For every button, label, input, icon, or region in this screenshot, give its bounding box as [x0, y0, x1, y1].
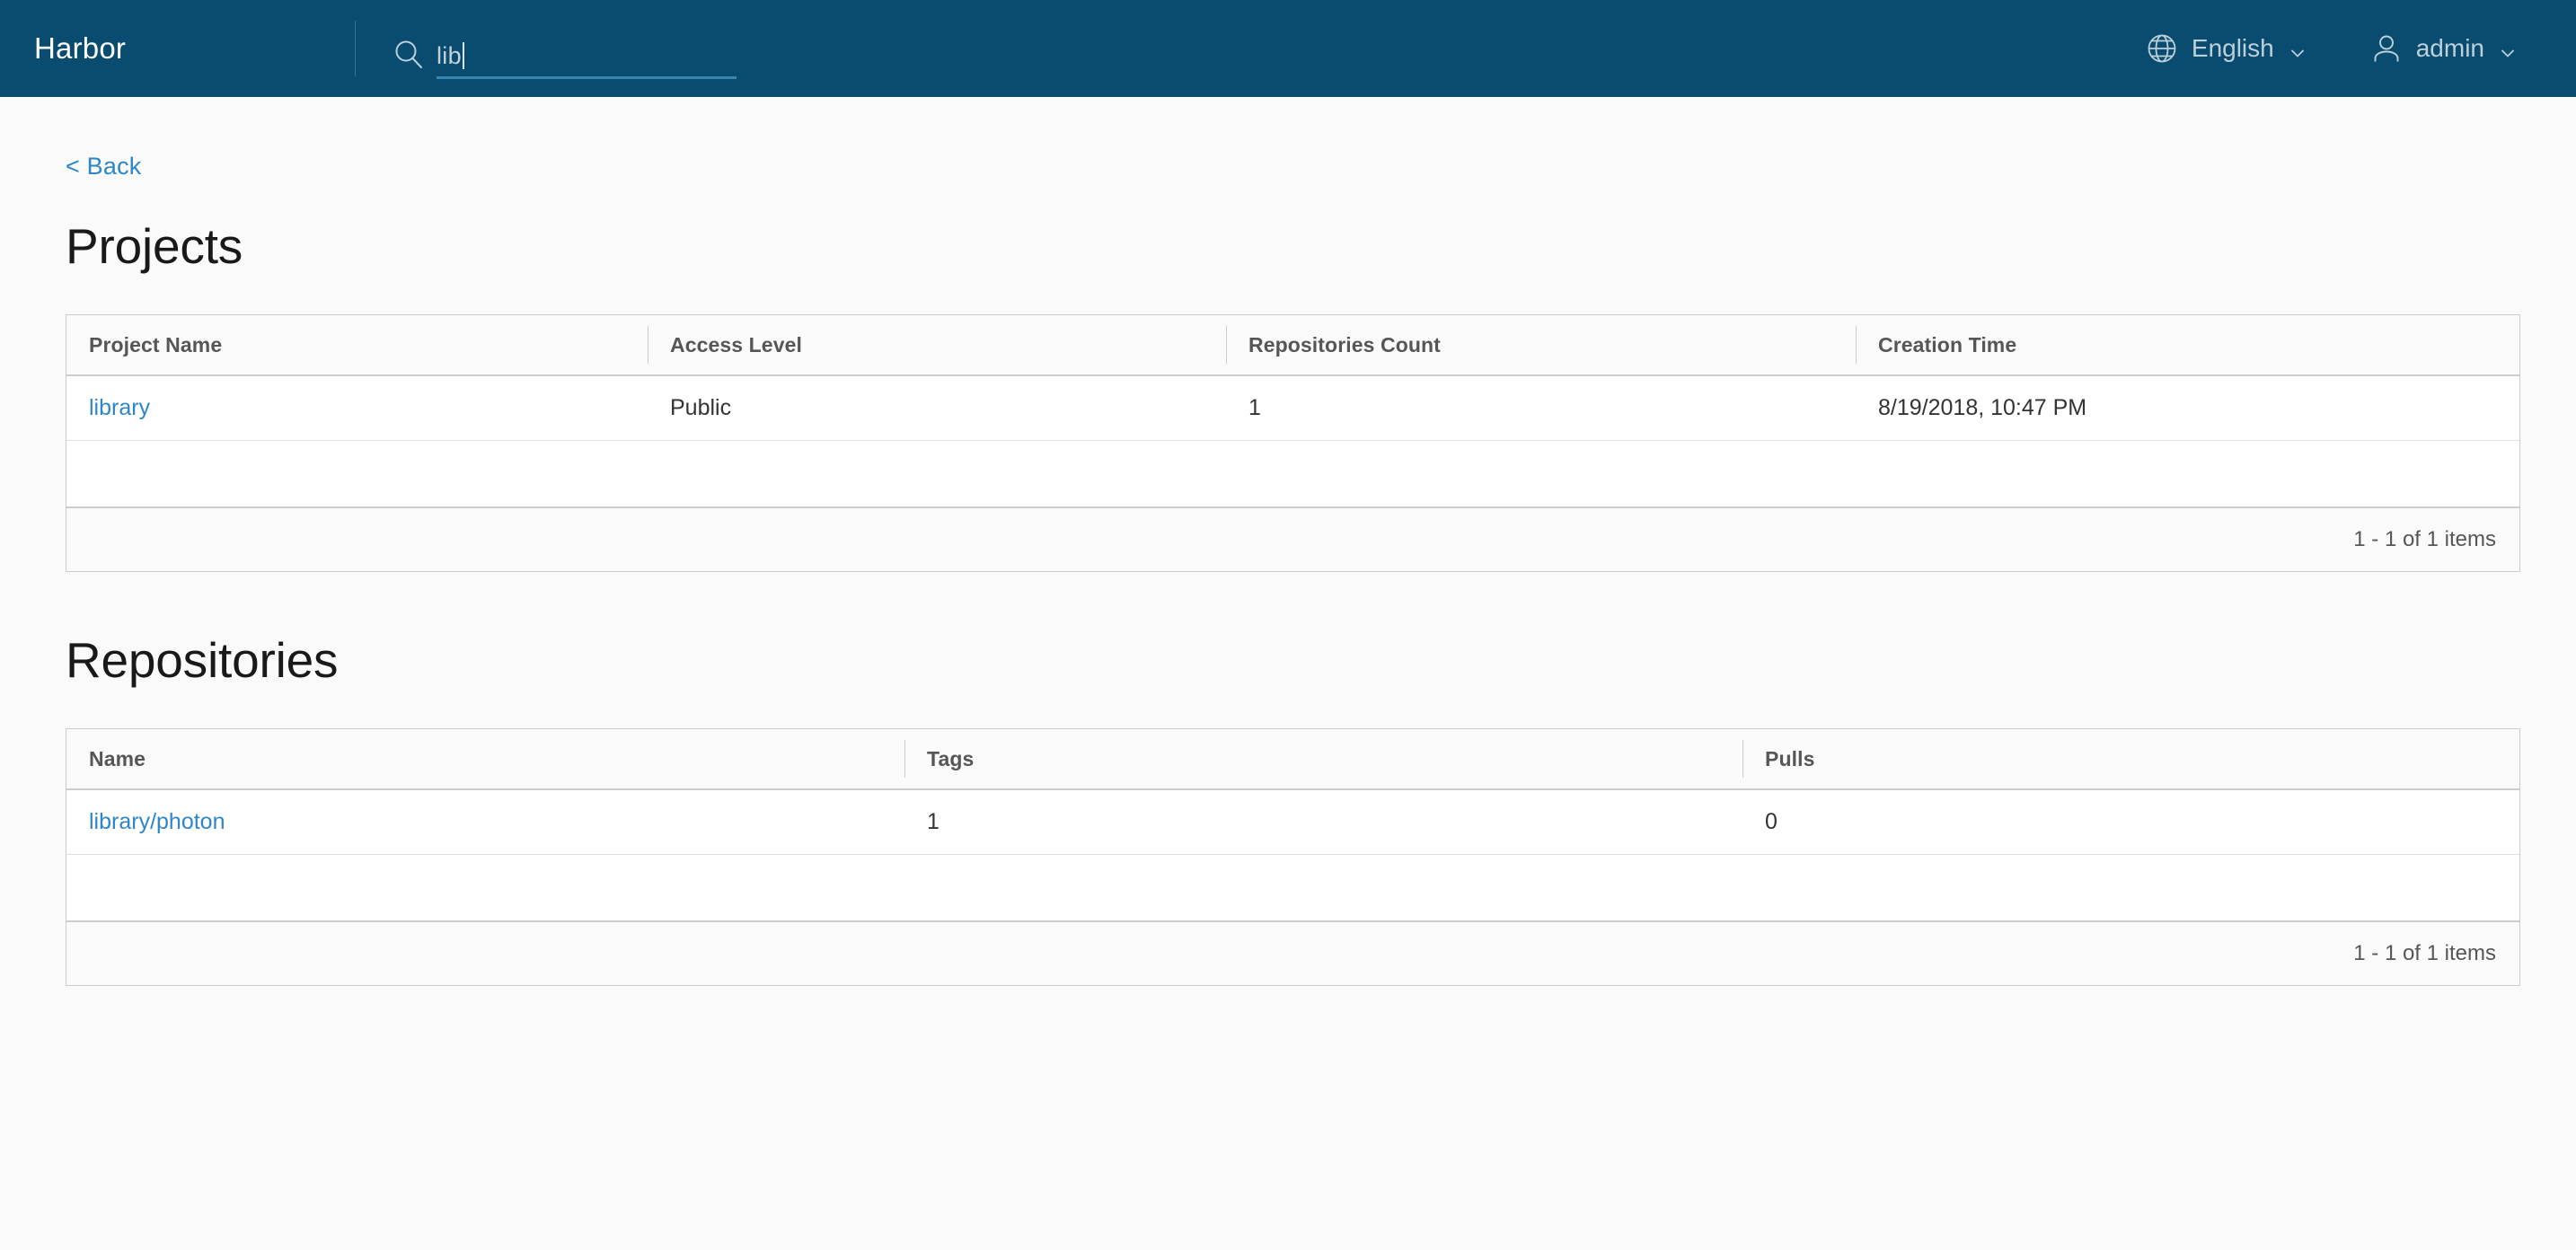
projects-table-footer: 1 - 1 of 1 items: [66, 508, 2519, 571]
search-area[interactable]: lib: [393, 0, 737, 97]
globe-icon: [2145, 31, 2179, 66]
repositories-table-header: Name Tags Pulls: [66, 729, 2519, 790]
search-icon[interactable]: [393, 40, 424, 70]
user-icon: [2369, 31, 2404, 66]
header-divider: [355, 21, 356, 76]
top-navigation-bar: Harbor lib: [0, 0, 2576, 97]
search-input[interactable]: lib: [437, 44, 462, 68]
projects-pagination-label: 1 - 1 of 1 items: [2353, 527, 2496, 552]
project-link[interactable]: library: [89, 395, 150, 421]
repositories-table-footer: 1 - 1 of 1 items: [66, 922, 2519, 985]
cell-project-name: library: [66, 376, 648, 440]
cell-repository-name: library/photon: [66, 790, 904, 854]
repositories-table-empty-row: [66, 855, 2519, 922]
column-header-name[interactable]: Name: [66, 729, 904, 788]
search-field[interactable]: lib: [437, 40, 737, 72]
column-header-repositories-count[interactable]: Repositories Count: [1226, 315, 1856, 374]
header-actions: English admin: [2145, 31, 2540, 66]
projects-table: Project Name Access Level Repositories C…: [66, 314, 2520, 572]
cell-repositories-count: 1: [1226, 376, 1856, 440]
column-header-tags[interactable]: Tags: [904, 729, 1742, 788]
projects-table-empty-row: [66, 441, 2519, 508]
search-underline: [437, 76, 737, 79]
repositories-title: Repositories: [66, 631, 2576, 689]
column-header-project-name[interactable]: Project Name: [66, 315, 648, 374]
table-row: library/photon 1 0: [66, 790, 2519, 855]
cell-tags: 1: [904, 790, 1742, 854]
main-content: < Back Projects Project Name Access Leve…: [0, 97, 2576, 986]
column-header-access-level[interactable]: Access Level: [648, 315, 1226, 374]
back-link[interactable]: < Back: [66, 153, 142, 180]
table-row: library Public 1 8/19/2018, 10:47 PM: [66, 376, 2519, 441]
projects-table-header: Project Name Access Level Repositories C…: [66, 315, 2519, 376]
user-label: admin: [2416, 34, 2484, 63]
cell-access-level: Public: [648, 376, 1226, 440]
chevron-down-icon: [2289, 40, 2307, 57]
repository-link[interactable]: library/photon: [89, 809, 225, 835]
repositories-pagination-label: 1 - 1 of 1 items: [2353, 941, 2496, 966]
chevron-down-icon: [2499, 40, 2517, 57]
user-menu[interactable]: admin: [2369, 31, 2517, 66]
cell-creation-time: 8/19/2018, 10:47 PM: [1856, 376, 2519, 440]
text-cursor: [463, 42, 464, 69]
page-title: Projects: [66, 217, 2576, 275]
column-header-pulls[interactable]: Pulls: [1742, 729, 2519, 788]
language-label: English: [2192, 34, 2274, 63]
app-brand[interactable]: Harbor: [0, 0, 359, 97]
column-header-creation-time[interactable]: Creation Time: [1856, 315, 2519, 374]
language-selector[interactable]: English: [2145, 31, 2307, 66]
repositories-table: Name Tags Pulls library/photon 1 0 1 - 1…: [66, 728, 2520, 986]
cell-pulls: 0: [1742, 790, 2519, 854]
